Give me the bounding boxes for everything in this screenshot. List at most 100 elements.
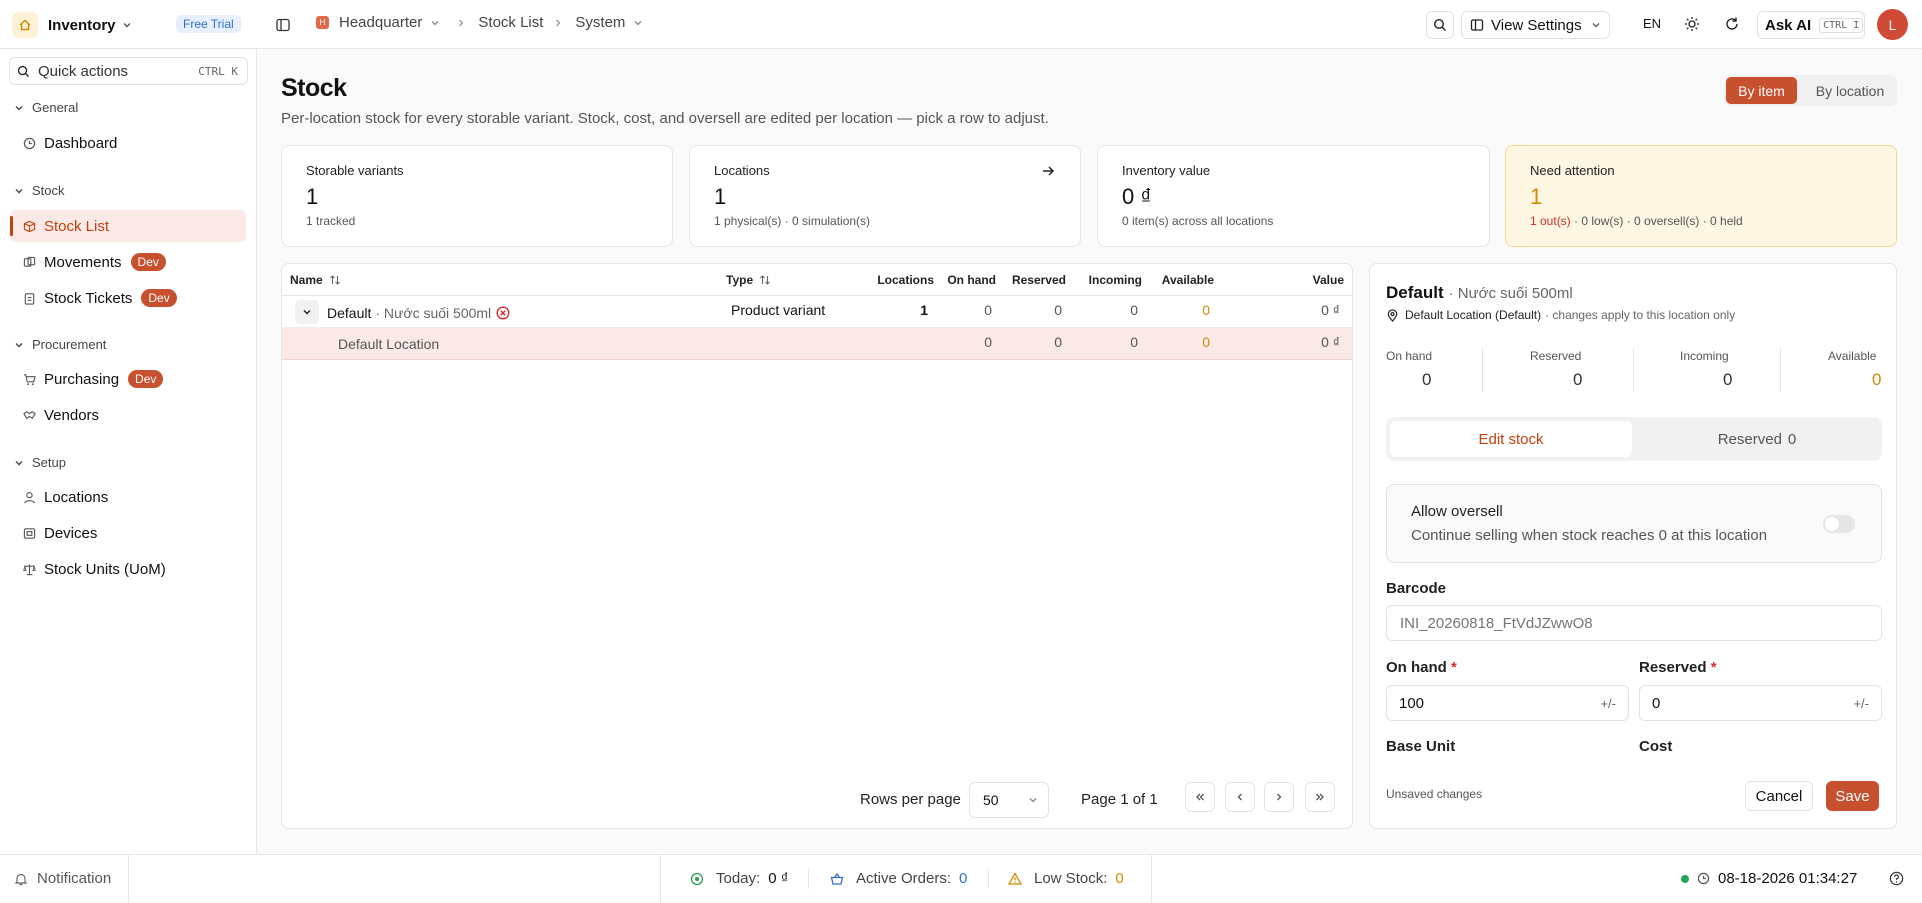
sidebar-item-vendors[interactable]: Vendors	[10, 399, 246, 431]
tab-edit-stock[interactable]: Edit stock	[1390, 421, 1632, 457]
handshake-icon	[22, 408, 36, 422]
adjust-suffix[interactable]: +/-	[1853, 696, 1869, 711]
section-procurement[interactable]: Procurement	[14, 337, 106, 352]
page-info: Page 1 of 1	[1081, 791, 1158, 808]
sidebar-item-devices[interactable]: Devices	[10, 517, 246, 549]
adjust-suffix[interactable]: +/-	[1600, 696, 1616, 711]
column-value: Value	[1312, 273, 1344, 287]
online-dot	[1681, 874, 1689, 883]
barcode-label: Barcode	[1386, 580, 1447, 597]
page-title: Stock	[281, 74, 347, 102]
on-hand-input[interactable]: 100 +/-	[1386, 685, 1629, 721]
table-subrow[interactable]: Default Location 0 0 0 0 0 ₫	[282, 328, 1352, 360]
detail-location-note: · changes apply to this location only	[1545, 308, 1736, 322]
breadcrumb-page[interactable]: Stock List	[478, 14, 543, 31]
error-circle-icon	[496, 306, 510, 320]
prev-page-button[interactable]	[1225, 782, 1255, 812]
row-value: 0 ₫	[1321, 302, 1340, 318]
view-settings-button[interactable]: View Settings	[1461, 11, 1610, 39]
row-incoming: 0	[1130, 302, 1138, 318]
breadcrumb-scope[interactable]: System	[575, 14, 625, 31]
column-name[interactable]: Name	[290, 273, 341, 287]
ask-ai-button[interactable]: Ask AI CTRL I	[1757, 11, 1865, 39]
subrow-reserved: 0	[1054, 334, 1062, 350]
detail-location-name: Default Location (Default)	[1405, 308, 1542, 322]
divider	[988, 869, 989, 889]
stat-value: 1	[1530, 184, 1543, 209]
sidebar-item-purchasing[interactable]: Purchasing Dev	[10, 363, 246, 395]
table-row[interactable]: Default · Nước suối 500ml Product varian…	[282, 296, 1352, 328]
row-name: Default · Nước suối 500ml	[327, 305, 510, 321]
chevron-down-icon	[303, 309, 311, 315]
stock-table: Name Type Locations On hand Reserved Inc…	[281, 263, 1353, 829]
next-page-button[interactable]	[1264, 782, 1294, 812]
chevron-right-icon	[456, 18, 466, 28]
columns-icon	[1470, 18, 1484, 32]
by-item-toggle[interactable]: By item	[1726, 77, 1797, 104]
cancel-button[interactable]: Cancel	[1745, 781, 1813, 811]
column-label: Name	[290, 273, 323, 287]
avatar[interactable]: L	[1877, 9, 1908, 40]
detail-variant-name: Default	[1386, 283, 1444, 302]
metric-available-label: Available	[1828, 349, 1877, 363]
on-hand-value: 100	[1399, 694, 1425, 712]
oversell-title: Allow oversell	[1411, 503, 1503, 520]
unsaved-changes: Unsaved changes	[1386, 787, 1483, 801]
low-stock-summary: Low Stock: 0	[1008, 870, 1124, 887]
org-logo: H	[316, 16, 329, 29]
metric-incoming-label: Incoming	[1680, 349, 1729, 363]
sidebar-item-label: Purchasing	[44, 370, 120, 388]
column-incoming: Incoming	[1088, 273, 1142, 287]
sidebar-toggle-icon[interactable]	[273, 15, 293, 35]
language-switch[interactable]: EN	[1643, 16, 1661, 31]
sidebar-item-stock-list[interactable]: Stock List	[10, 210, 246, 242]
barcode-input[interactable]	[1386, 605, 1882, 641]
sidebar-item-movements[interactable]: Movements Dev	[10, 246, 246, 278]
row-locations: 1	[920, 302, 928, 318]
column-available: Available	[1161, 273, 1214, 287]
warning-icon	[1008, 871, 1022, 886]
sidebar-item-locations[interactable]: Locations	[10, 481, 246, 513]
search-button[interactable]	[1426, 11, 1454, 39]
divider	[1482, 348, 1483, 392]
chevron-down-icon	[633, 18, 643, 28]
sidebar-item-stock-tickets[interactable]: Stock Tickets Dev	[10, 282, 246, 314]
sidebar-item-stock-units[interactable]: Stock Units (UoM)	[10, 553, 246, 585]
reserved-input[interactable]: 0 +/-	[1639, 685, 1882, 721]
sidebar-item-dashboard[interactable]: Dashboard	[10, 127, 246, 159]
save-button[interactable]: Save	[1826, 781, 1879, 811]
page-subtitle: Per-location stock for every storable va…	[281, 110, 1049, 127]
refresh-icon[interactable]	[1724, 16, 1740, 32]
section-setup[interactable]: Setup	[14, 455, 66, 470]
theme-toggle-icon[interactable]	[1684, 16, 1700, 32]
stat-card-locations[interactable]: Locations 1 1 physical(s) · 0 simulation…	[689, 145, 1081, 247]
quick-actions-button[interactable]: Quick actions CTRL K	[9, 57, 248, 85]
clipboard-icon	[22, 291, 36, 305]
expand-button[interactable]	[295, 300, 319, 324]
sidebar-item-label: Dashboard	[44, 134, 118, 152]
oversell-toggle[interactable]	[1823, 515, 1855, 533]
column-type[interactable]: Type	[726, 273, 771, 287]
detail-title: Default · Nước suối 500ml	[1386, 283, 1573, 303]
app-switcher[interactable]: Inventory	[12, 12, 132, 38]
rows-per-page-select[interactable]: 50	[969, 782, 1049, 818]
tab-reserved[interactable]: Reserved 0	[1636, 421, 1878, 457]
section-label: Procurement	[32, 337, 107, 352]
section-general[interactable]: General	[14, 100, 78, 115]
search-icon	[1433, 18, 1447, 32]
first-page-button[interactable]	[1185, 782, 1215, 812]
breadcrumb-org[interactable]: Headquarter	[339, 14, 422, 31]
last-page-button[interactable]	[1305, 782, 1335, 812]
stat-label: Storable variants	[306, 163, 404, 178]
help-icon[interactable]	[1889, 871, 1904, 886]
sidebar-item-label: Movements	[44, 253, 122, 271]
by-location-toggle[interactable]: By location	[1804, 77, 1896, 104]
required-mark: *	[1710, 659, 1717, 676]
app-name: Inventory	[48, 16, 116, 34]
section-stock[interactable]: Stock	[14, 183, 65, 198]
quick-actions-label: Quick actions	[38, 62, 129, 80]
stat-sub: 1 out(s) · 0 low(s) · 0 oversell(s) · 0 …	[1530, 214, 1743, 228]
rows-per-page-value: 50	[983, 792, 999, 808]
coin-icon	[690, 872, 704, 886]
notification-button[interactable]: Notification	[14, 870, 111, 887]
